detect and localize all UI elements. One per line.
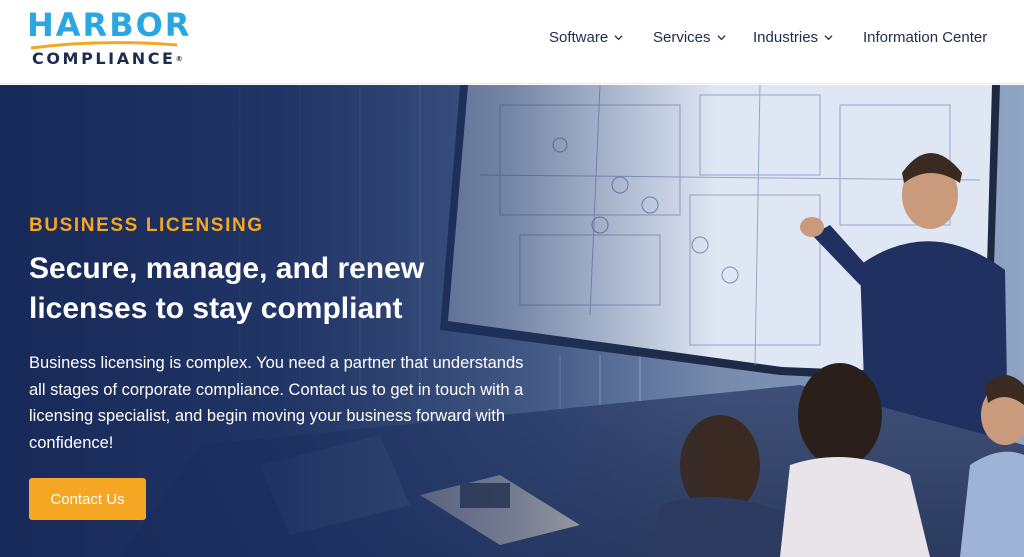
site-header: HARBOR COMPLIANCE® Software Services Ind…	[0, 0, 1024, 84]
logo-wordmark-top: HARBOR	[27, 6, 192, 44]
hero-headline: Secure, manage, and renew licenses to st…	[29, 252, 425, 325]
hero-section: BUSINESS LICENSING Secure, manage, and r…	[0, 85, 1024, 557]
chevron-down-icon	[716, 34, 726, 40]
nav-item-label: Software	[549, 28, 609, 46]
nav-item-information-center[interactable]: Information Center	[863, 27, 987, 47]
hero-description: Business licensing is complex. You need …	[29, 354, 524, 452]
chevron-down-icon	[824, 34, 833, 40]
nav-item-label: Industries	[753, 28, 819, 46]
nav-item-label: Services	[653, 28, 711, 46]
logo-wordmark-bottom: COMPLIANCE®	[32, 49, 183, 68]
nav-item-software[interactable]: Software	[549, 27, 623, 47]
hero-eyebrow: BUSINESS LICENSING	[29, 215, 264, 236]
nav-item-services[interactable]: Services	[653, 27, 726, 47]
nav-item-industries[interactable]: Industries	[753, 27, 833, 47]
contact-us-button[interactable]: Contact Us	[29, 478, 146, 520]
chevron-down-icon	[614, 34, 623, 40]
nav-item-label: Information Center	[863, 28, 988, 46]
harbor-compliance-logo[interactable]: HARBOR COMPLIANCE®	[27, 7, 189, 68]
